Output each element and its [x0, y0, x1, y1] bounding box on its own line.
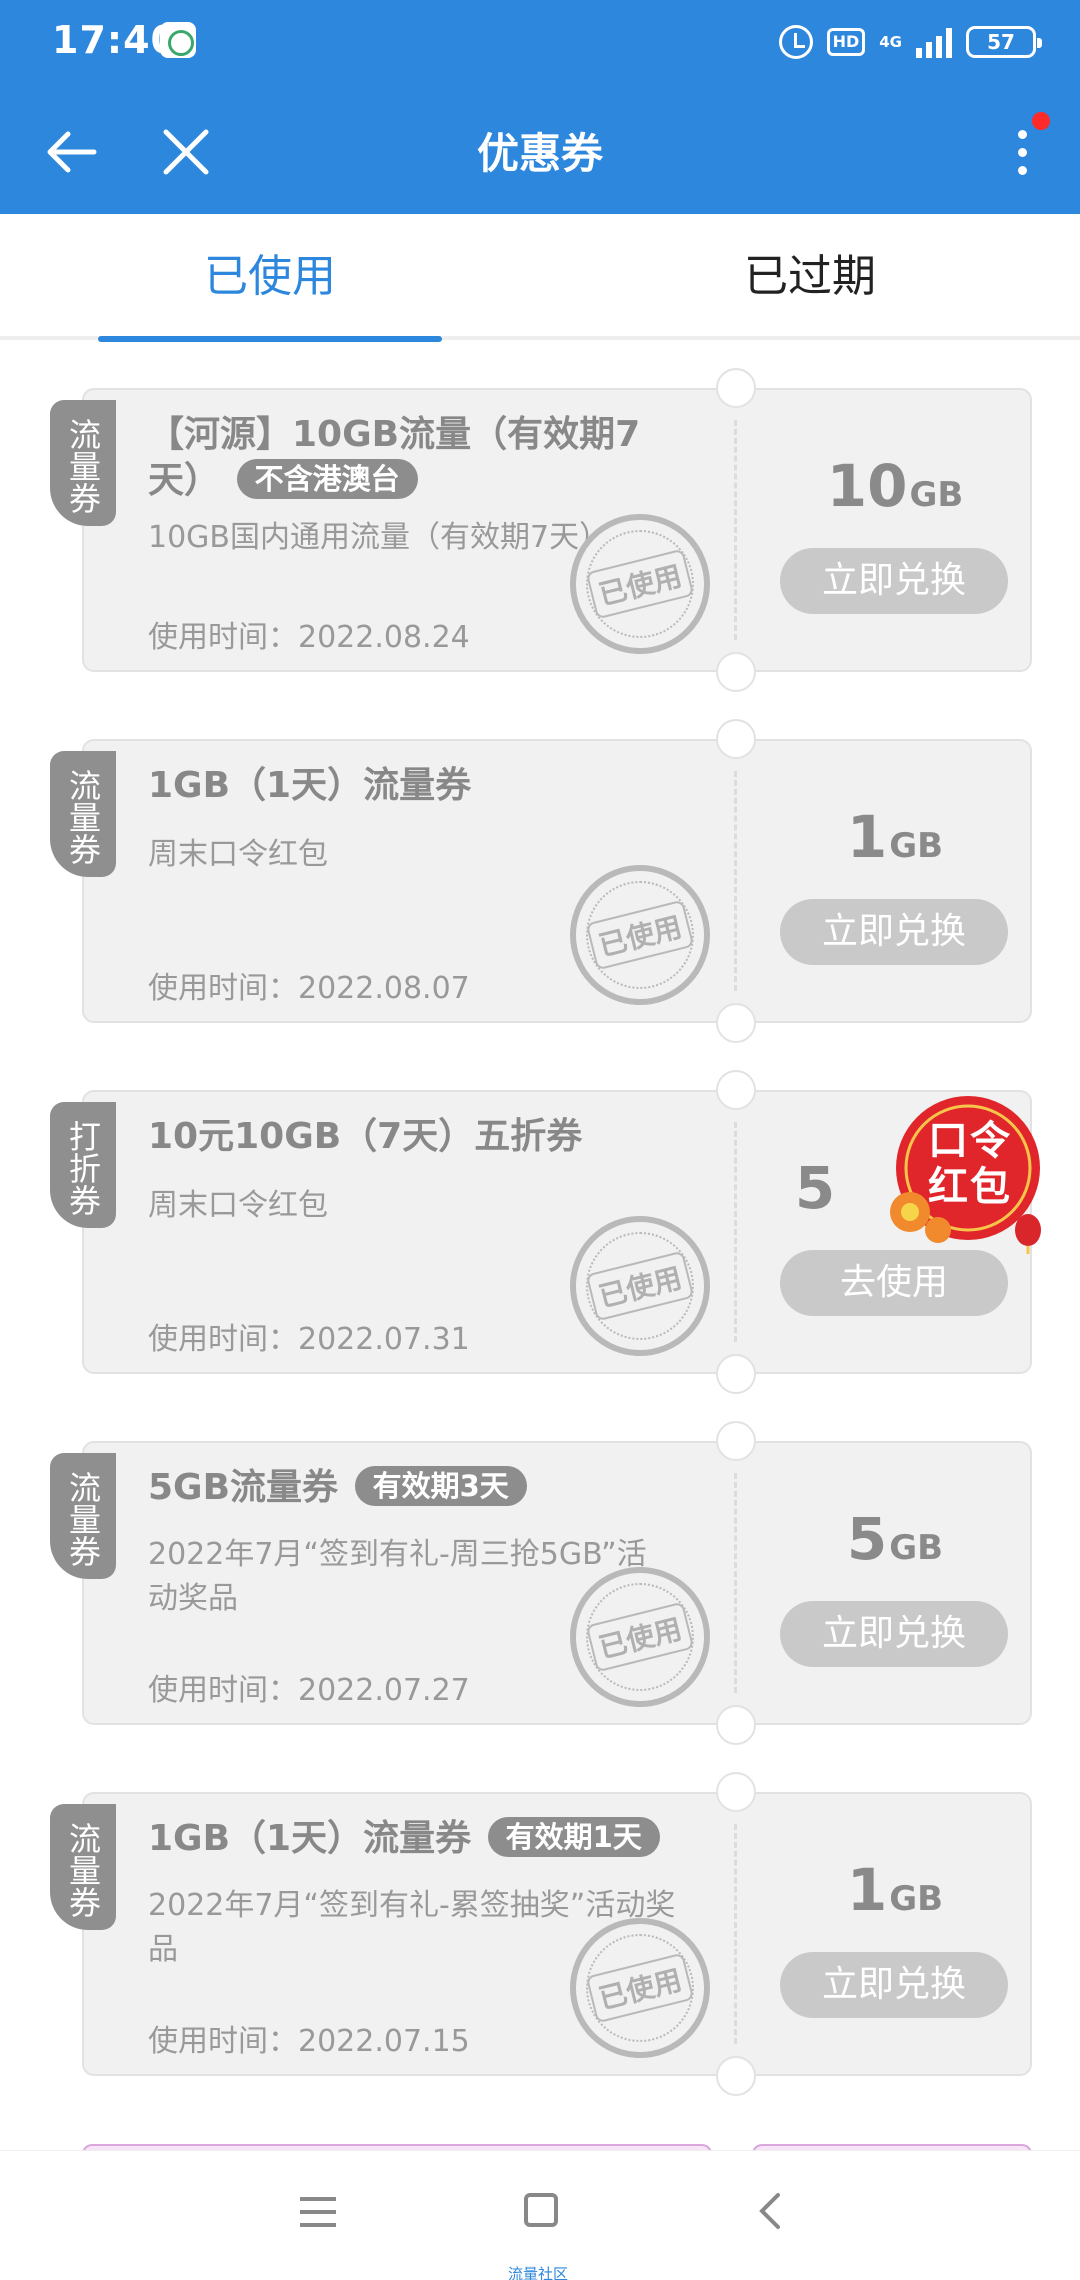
ticket-notch	[716, 368, 756, 408]
used-stamp: 已使用	[570, 1216, 710, 1356]
red-envelope-text: 口令红包	[928, 1118, 1012, 1210]
coupon-type-tag: 流量券	[50, 1804, 116, 1930]
amount-unit: GB	[889, 1528, 944, 1568]
coupon-used-time: 使用时间：2022.08.24	[148, 620, 470, 655]
china-mobile-app-icon	[160, 22, 196, 58]
ticket-notch	[716, 652, 756, 692]
notification-dot	[1032, 112, 1050, 130]
used-stamp-text: 已使用	[585, 1601, 695, 1673]
used-stamp-text: 已使用	[585, 1250, 695, 1322]
coupon-card[interactable]: 流量券 1GB（1天）流量券 有效期1天 2022年7月“签到有礼-累签抽奖”活…	[50, 1772, 1042, 2096]
coupon-title: 1GB（1天）流量券	[148, 763, 708, 809]
ticket-divider	[734, 1824, 737, 2044]
redeem-button[interactable]: 立即兑换	[780, 1952, 1008, 2018]
amount-value: 1	[846, 803, 888, 871]
ticket-divider	[734, 1473, 737, 1693]
coupon-amount: 5GB	[756, 1505, 1034, 1573]
coupon-title: 【河源】10GB流量（有效期7天） 不含港澳台	[148, 412, 708, 504]
ticket-notch	[716, 1705, 756, 1745]
home-icon[interactable]	[524, 2193, 558, 2227]
redeem-button[interactable]: 立即兑换	[780, 1601, 1008, 1667]
redeem-button[interactable]: 立即兑换	[780, 548, 1008, 614]
coupon-used-time: 使用时间：2022.08.07	[148, 971, 470, 1006]
amount-unit: GB	[909, 475, 964, 515]
coupon-used-time: 使用时间：2022.07.31	[148, 1322, 470, 1357]
more-options-icon[interactable]	[1002, 120, 1042, 184]
coupon-title-text: 10元10GB（7天）五折券	[148, 1116, 583, 1157]
ticket-notch	[716, 719, 756, 759]
coupon-type-tag: 流量券	[50, 400, 116, 526]
used-stamp-text: 已使用	[585, 899, 695, 971]
ticket-divider	[734, 1122, 737, 1342]
app-header: 优惠券	[0, 90, 1080, 214]
coupon-amount: 1GB	[756, 1856, 1034, 1924]
amount-value: 10	[826, 452, 908, 520]
ticket-divider	[734, 771, 737, 991]
coupon-title: 10元10GB（7天）五折券	[148, 1114, 708, 1160]
coupon-title-text: 1GB（1天）流量券	[148, 1818, 472, 1859]
coupon-title: 5GB流量券 有效期3天	[148, 1465, 708, 1511]
community-caption: 流量社区	[508, 2265, 569, 2280]
ticket-notch	[716, 1421, 756, 1461]
coupon-used-time: 使用时间：2022.07.15	[148, 2024, 470, 2059]
hd-icon: HD	[826, 28, 866, 56]
used-stamp: 已使用	[570, 1567, 710, 1707]
coupon-used-time: 使用时间：2022.07.27	[148, 1673, 470, 1708]
ticket-notch	[716, 1070, 756, 1110]
red-envelope-badge[interactable]: 口令红包	[888, 1090, 1048, 1254]
coupon-card[interactable]: 流量券 1GB（1天）流量券 周末口令红包 使用时间：2022.08.07 已使…	[50, 719, 1042, 1043]
coupon-card[interactable]: 流量券 【河源】10GB流量（有效期7天） 不含港澳台 10GB国内通用流量（有…	[50, 368, 1042, 692]
coupon-description: 周末口令红包	[148, 1188, 328, 1223]
coupon-title-text: 1GB（1天）流量券	[148, 765, 472, 806]
amount-unit: GB	[889, 826, 944, 866]
coupon-type-tag: 流量券	[50, 751, 116, 877]
ticket-notch	[716, 1003, 756, 1043]
used-stamp: 已使用	[570, 865, 710, 1005]
used-stamp-text: 已使用	[585, 1952, 695, 2024]
ticket-notch	[716, 1354, 756, 1394]
active-tab-indicator	[98, 336, 442, 342]
battery-icon: 57	[966, 26, 1042, 58]
used-stamp: 已使用	[570, 1918, 710, 2058]
recent-apps-icon[interactable]	[300, 2197, 336, 2227]
tab-expired[interactable]: 已过期	[540, 214, 1080, 336]
ticket-divider	[734, 420, 737, 640]
amount-value: 1	[846, 1856, 888, 1924]
coupon-badge: 有效期3天	[354, 1466, 527, 1506]
coupon-badge: 有效期1天	[487, 1817, 660, 1857]
use-button[interactable]: 去使用	[780, 1250, 1008, 1316]
coupon-amount: 5	[756, 1154, 876, 1222]
coupon-description: 周末口令红包	[148, 837, 328, 872]
coupon-title: 1GB（1天）流量券 有效期1天	[148, 1816, 708, 1862]
ticket-notch	[716, 1772, 756, 1812]
coupon-amount: 10GB	[756, 452, 1034, 520]
signal-icon	[916, 26, 952, 58]
status-bar: 17:40 HD 4G 57	[0, 0, 1080, 90]
amount-value: 5	[846, 1505, 888, 1573]
network-type: 4G	[879, 33, 902, 51]
alarm-icon	[778, 25, 813, 59]
ticket-notch	[716, 2056, 756, 2096]
coupon-type-tag: 流量券	[50, 1453, 116, 1579]
system-nav-bar: 流量社区	[0, 2150, 1080, 2280]
coupon-title-text: 5GB流量券	[148, 1467, 339, 1508]
tab-used[interactable]: 已使用	[0, 214, 540, 336]
amount-unit: GB	[889, 1879, 944, 1919]
coupon-amount: 1GB	[756, 803, 1034, 871]
coupon-type-tag: 打折券	[50, 1102, 116, 1228]
coupon-badge: 不含港澳台	[236, 459, 418, 499]
battery-level: 57	[987, 30, 1015, 54]
page-title: 优惠券	[476, 129, 603, 178]
redeem-button[interactable]: 立即兑换	[780, 899, 1008, 965]
coupon-card[interactable]: 流量券 5GB流量券 有效期3天 2022年7月“签到有礼-周三抢5GB”活动奖…	[50, 1421, 1042, 1745]
used-stamp: 已使用	[570, 514, 710, 654]
status-icons: HD 4G 57	[778, 22, 1042, 62]
amount-value: 5	[794, 1154, 836, 1222]
coupon-tabs: 已使用 已过期	[0, 214, 1080, 342]
nav-back-icon[interactable]	[750, 2191, 790, 2231]
used-stamp-text: 已使用	[585, 548, 695, 620]
